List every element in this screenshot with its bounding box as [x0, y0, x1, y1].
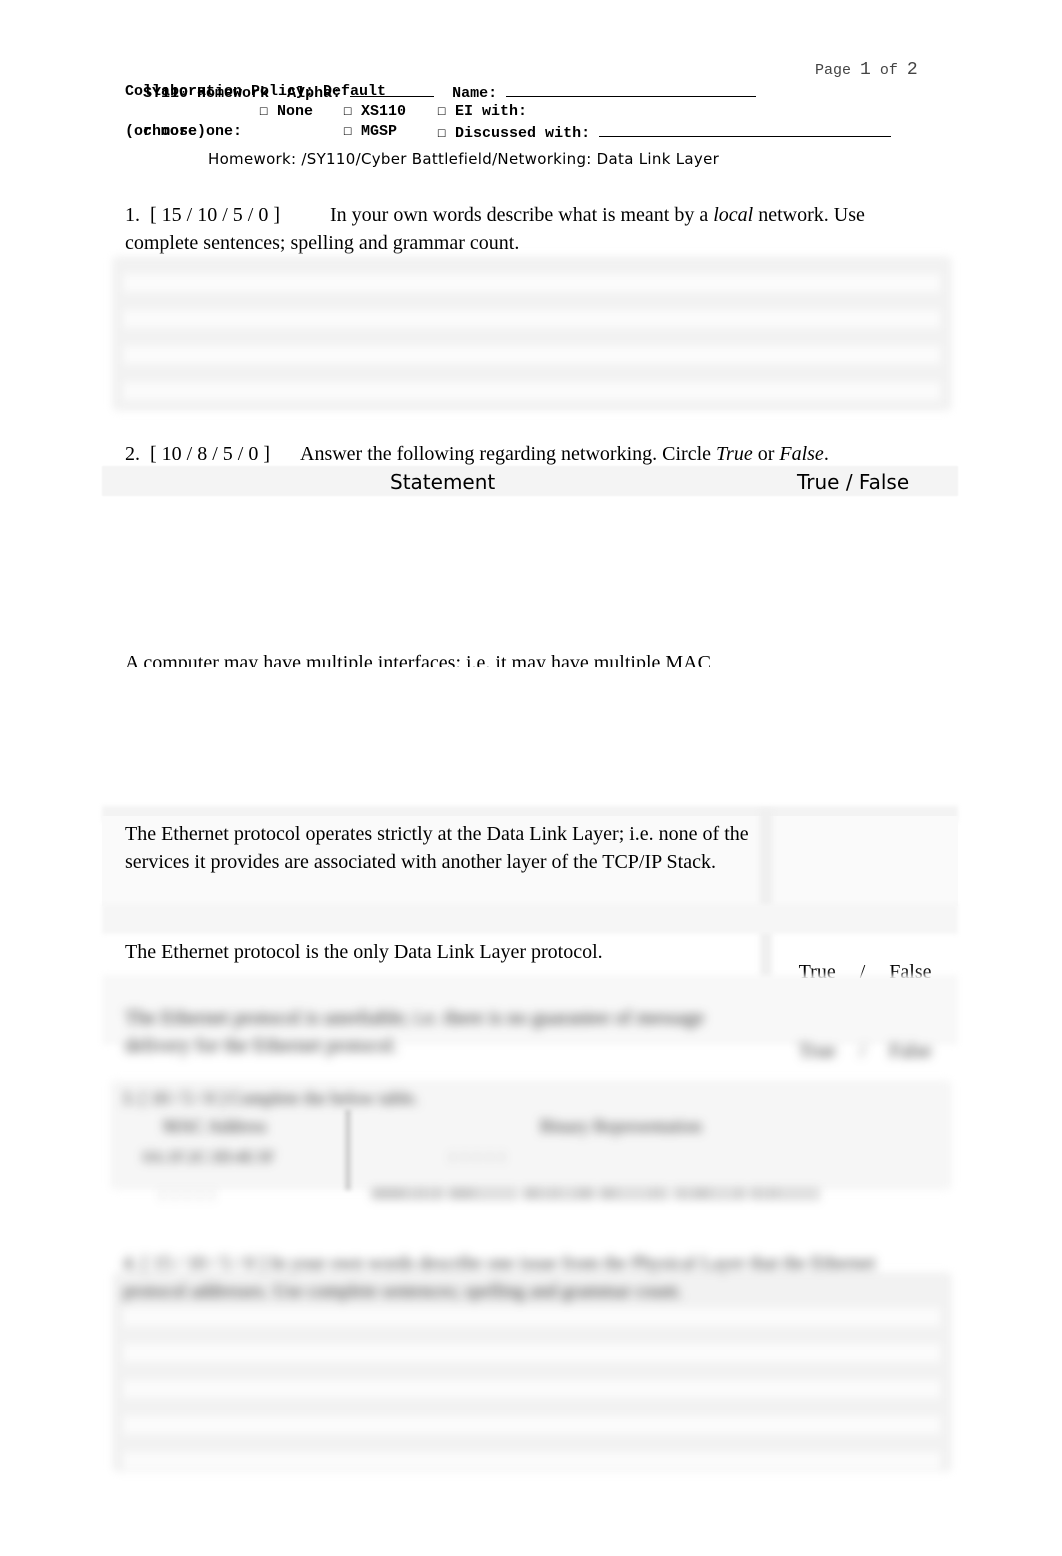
col-header-statement: Statement	[390, 470, 496, 494]
q2-text: Answer the following regarding networkin…	[300, 443, 717, 465]
option-mgsp[interactable]: ☐ MGSP	[343, 122, 397, 142]
checkbox-icon[interactable]: ☐	[343, 103, 352, 120]
col-header-true-false: True / False	[797, 470, 910, 494]
q2-row-4-statement: The Ethernet protocol is unreliable; i.e…	[125, 1007, 705, 1057]
option-label: XS110	[361, 103, 407, 120]
true-option[interactable]: True	[799, 1040, 836, 1062]
discussed-with-field[interactable]	[599, 122, 892, 137]
option-none[interactable]: ☐ None	[259, 102, 313, 122]
homework-subtitle: Homework: /SY110/Cyber Battlefield/Netwo…	[208, 150, 720, 168]
page-current: 1	[860, 60, 871, 80]
tf-separator: /	[859, 1040, 866, 1062]
q2-row-4-true-false[interactable]: True / False	[789, 1017, 932, 1063]
q1-italic-local: local	[713, 204, 754, 226]
q2-row-1-clip: A computer may have multiple interfaces;…	[102, 650, 862, 667]
q3-mac-colons[interactable]: : : : : :	[160, 1186, 214, 1204]
q1-number: 1.	[125, 204, 140, 226]
q1-answer-box[interactable]	[112, 256, 952, 411]
q2-text-or: or	[752, 443, 780, 465]
checkbox-icon[interactable]: ☐	[437, 125, 446, 142]
q2-row-3-statement: The Ethernet protocol is the only Data L…	[125, 941, 603, 963]
page-indicator: Page 1 of 2	[815, 60, 918, 80]
option-discussed-with[interactable]: ☐ Discussed with:	[437, 122, 892, 144]
page-total: 2	[906, 60, 918, 80]
q3-heading: 3. [ 10 / 5 / 0 ] Complete the below tab…	[122, 1088, 419, 1108]
q1-points: [ 15 / 10 / 5 / 0 ]	[150, 204, 280, 226]
q3-col-mac: MAC Address	[163, 1116, 267, 1136]
name-field[interactable]	[506, 82, 757, 97]
q3-col-binary: Binary Representation	[540, 1116, 702, 1136]
page-of: of	[879, 62, 898, 79]
question-1: 1. [ 15 / 10 / 5 / 0 ] In your own words …	[125, 201, 925, 257]
option-label: None	[277, 103, 314, 120]
option-label: Discussed with:	[455, 125, 591, 142]
option-ei-with[interactable]: ☐ EI with:	[437, 102, 527, 122]
q2-row-1-statement: A computer may have multiple interfaces;…	[125, 652, 711, 667]
or-more-label: (or more)	[125, 123, 207, 140]
q3-binary-colons[interactable]: : : : : :	[450, 1148, 504, 1166]
checkbox-icon[interactable]: ☐	[259, 103, 268, 120]
option-label: EI with:	[455, 103, 528, 120]
q2-points: [ 10 / 8 / 5 / 0 ]	[150, 443, 270, 465]
q1-text: In your own words describe what is meant…	[330, 204, 714, 226]
q2-italic-true: True	[716, 443, 753, 465]
q2-number: 2.	[125, 443, 140, 465]
q2-italic-false: False	[779, 443, 824, 465]
checkbox-icon[interactable]: ☐	[437, 103, 446, 120]
q3-binary-value: 00001010 00011111 00101100 00111101 0100…	[372, 1186, 821, 1203]
question-2: 2. [ 10 / 8 / 5 / 0 ] Answer the followin…	[125, 440, 945, 468]
false-option[interactable]: False	[889, 1040, 931, 1062]
q3-mac-value: 0A:1F:2C:3D:4E:5F	[143, 1149, 275, 1166]
q2-row-divider	[102, 904, 958, 934]
collab-policy: Collaboration Policy: Default	[125, 83, 387, 100]
q3-column-divider	[345, 1110, 351, 1190]
checkbox-icon[interactable]: ☐	[343, 123, 352, 140]
page-label: Page	[815, 62, 852, 79]
q2-text-end: .	[823, 443, 829, 465]
q4-heading: 4. [ 15 / 10 / 5 / 0 ] In your own words…	[123, 1253, 876, 1302]
name-label: Name:	[452, 85, 498, 102]
option-xs110[interactable]: ☐ XS110	[343, 102, 406, 122]
option-label: MGSP	[361, 123, 398, 140]
q2-row-2-statement: The Ethernet protocol operates strictly …	[125, 823, 749, 873]
